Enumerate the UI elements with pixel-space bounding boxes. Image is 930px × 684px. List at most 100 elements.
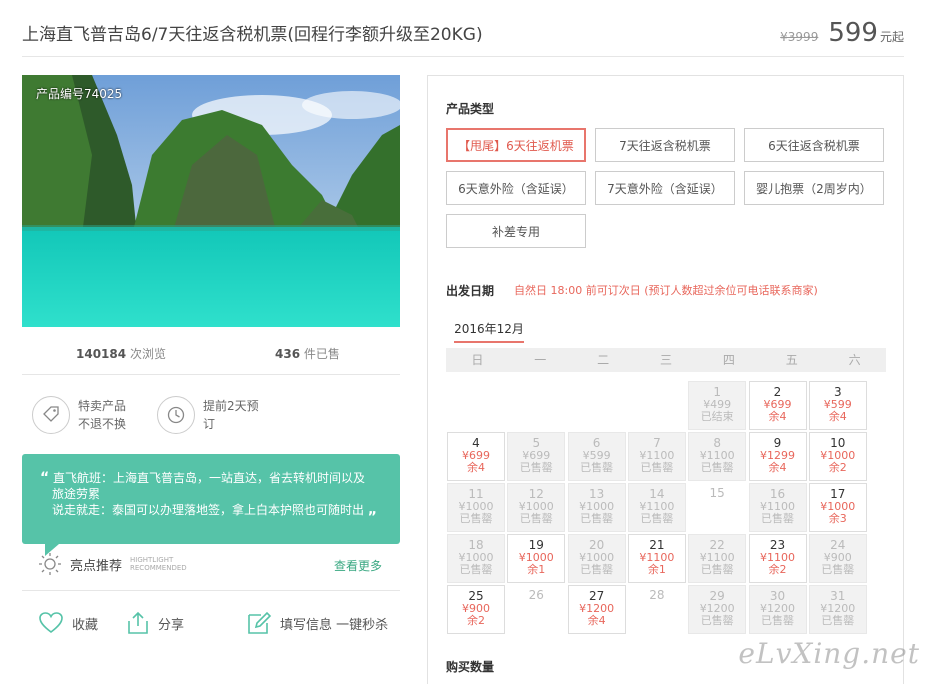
day-status: 已结束 (700, 410, 734, 423)
day-number: 27 (588, 589, 605, 603)
calendar-day-10[interactable]: 10 ¥1000 余2 (808, 432, 867, 481)
day-status: 余2 (467, 614, 485, 627)
type-option-6day-roundtrip[interactable]: 6天往返含税机票 (744, 128, 884, 162)
calendar-day-20: 20 ¥1000 已售罄 (567, 534, 626, 583)
calendar-day-23[interactable]: 23 ¥1100 余2 (748, 534, 807, 583)
calendar-day-3[interactable]: 3 ¥599 余4 (808, 381, 867, 430)
view-count: 140184 次浏览 (76, 345, 166, 362)
favorite-button[interactable]: 收藏 (38, 611, 98, 635)
share-button[interactable]: 分享 (126, 611, 184, 635)
day-status: 余4 (768, 410, 787, 423)
weekday-header: 日 一 二 三 四 五 六 (446, 348, 886, 372)
day-number: 17 (830, 487, 846, 501)
day-number: 2 (773, 385, 782, 399)
day-number: 20 (588, 538, 605, 552)
weekday-label: 日 (471, 353, 484, 367)
type-option-tail-roundtrip[interactable]: 【甩尾】6天往返机票 (446, 128, 586, 162)
promo-line: 说走就走：泰国可以办理落地签，拿上白本护照也可随时出 „ (40, 502, 386, 518)
feature-advance-booking: 提前2天预 订 (157, 396, 259, 434)
day-status: 已售罄 (700, 563, 734, 576)
day-number: 23 (769, 538, 786, 552)
day-status: 已售罄 (459, 563, 493, 576)
day-status: 余4 (768, 461, 787, 474)
weekday-label: 五 (785, 353, 798, 367)
calendar-day-27[interactable]: 27 ¥1200 余4 (567, 585, 626, 634)
calendar-day-31: 31 ¥1200 已售罄 (808, 585, 867, 634)
favorite-label: 收藏 (72, 617, 99, 633)
day-number: 29 (709, 589, 725, 603)
day-number: 31 (830, 589, 846, 603)
calendar-day-4[interactable]: 4 ¥699 余4 (447, 432, 505, 481)
type-option-7day-roundtrip[interactable]: 7天往返含税机票 (595, 128, 735, 162)
month-tab[interactable]: 2016年12月 (454, 320, 524, 343)
highlight-header: 亮点推荐 HIGHTLIGHT RECOMMENDED (38, 552, 187, 576)
page-header: 上海直飞普吉岛6/7天往返含税机票(回程行李额升级至20KG) ¥3999 59… (22, 0, 904, 57)
type-option-infant-ticket[interactable]: 婴儿抱票（2周岁内） (744, 171, 884, 205)
calendar-day-17[interactable]: 17 ¥1000 余3 (808, 483, 867, 532)
product-stats: 140184 次浏览 436 件已售 (22, 327, 400, 375)
day-number: 14 (649, 487, 665, 501)
calendar-day-2[interactable]: 2 ¥699 余4 (748, 381, 807, 430)
day-status: 余4 (828, 410, 847, 423)
weekday-label: 二 (597, 353, 610, 367)
departure-date-note: 自然日 18:00 前可订次日 (预订人数超过余位可电话联系商家) (514, 284, 818, 297)
calendar-day-8: 8 ¥1100 已售罄 (688, 432, 747, 481)
calendar-day-21[interactable]: 21 ¥1100 余1 (627, 534, 686, 583)
promo-line: 旅途劳累 (52, 487, 101, 501)
day-status: 已售罄 (761, 614, 794, 627)
calendar-day-19[interactable]: 19 ¥1000 余1 (507, 534, 566, 583)
product-features: 特卖产品 不退不换 提前2天预 订 (22, 390, 400, 440)
day-number: 16 (769, 487, 786, 501)
day-number: 21 (649, 538, 665, 552)
type-option-price-difference[interactable]: 补差专用 (446, 214, 586, 248)
day-number: 8 (713, 436, 721, 450)
calendar-day-11: 11 ¥1000 已售罄 (447, 483, 505, 532)
type-option-6day-insurance[interactable]: 6天意外险（含延误） (446, 171, 586, 205)
calendar-day-7: 7 ¥1100 已售罄 (627, 432, 686, 481)
day-status: 已售罄 (459, 512, 493, 525)
calendar-day-9[interactable]: 9 ¥1299 余4 (748, 432, 807, 481)
calendar-day-14: 14 ¥1100 已售罄 (627, 483, 686, 532)
feature-line: 订 (203, 417, 216, 431)
island-lagoon-image (22, 75, 400, 327)
day-number: 11 (468, 487, 484, 501)
day-number: 12 (528, 487, 544, 501)
sold-count-number: 436 (275, 347, 301, 361)
highlight-en-1: HIGHTLIGHT (130, 556, 174, 564)
day-number: 18 (468, 538, 484, 552)
day-status: 已售罄 (821, 614, 855, 627)
weekday-label: 六 (848, 353, 861, 367)
promo-line: “ 直飞航班：上海直飞普吉岛，一站直达，省去转机时间以及 (40, 470, 386, 486)
calendar-day-28: 28 (627, 585, 686, 634)
calendar-day-25[interactable]: 25 ¥900 余2 (447, 585, 505, 634)
day-status: 已售罄 (519, 461, 553, 474)
sold-count-label: 件已售 (303, 347, 340, 361)
day-number: 10 (830, 436, 846, 450)
calendar-day-13: 13 ¥1000 已售罄 (567, 483, 626, 532)
quick-buy-button[interactable]: 填写信息 一键秒杀 (246, 611, 388, 635)
day-number: 28 (649, 588, 665, 602)
promo-text: 说走就走：泰国可以办理落地签，拿上白本护照也可随时出 (52, 503, 365, 517)
day-number: 1 (713, 385, 721, 399)
view-count-number: 140184 (76, 347, 127, 361)
view-count-label: 次浏览 (129, 347, 166, 361)
day-number: 5 (532, 436, 541, 450)
price-unit: 元起 (879, 30, 904, 44)
sun-icon (39, 553, 61, 575)
weekday-label: 一 (534, 353, 547, 367)
day-status: 余1 (647, 563, 666, 576)
product-photo[interactable]: 产品编号74025 (22, 75, 400, 327)
product-number: 产品编号74025 (36, 87, 123, 101)
day-status: 余3 (828, 512, 847, 525)
day-number: 22 (709, 538, 725, 552)
view-more-link[interactable]: 查看更多 (334, 557, 382, 574)
original-price: ¥3999 (780, 30, 819, 44)
feature-line: 提前2天预 (203, 399, 259, 413)
type-option-7day-insurance[interactable]: 7天意外险（含延误） (595, 171, 735, 205)
day-status: 已售罄 (700, 614, 734, 627)
day-status: 已售罄 (761, 512, 794, 525)
day-status: 已售罄 (580, 461, 614, 474)
heart-icon (39, 612, 63, 634)
day-status: 已售罄 (700, 461, 734, 474)
calendar-day-12: 12 ¥1000 已售罄 (507, 483, 566, 532)
